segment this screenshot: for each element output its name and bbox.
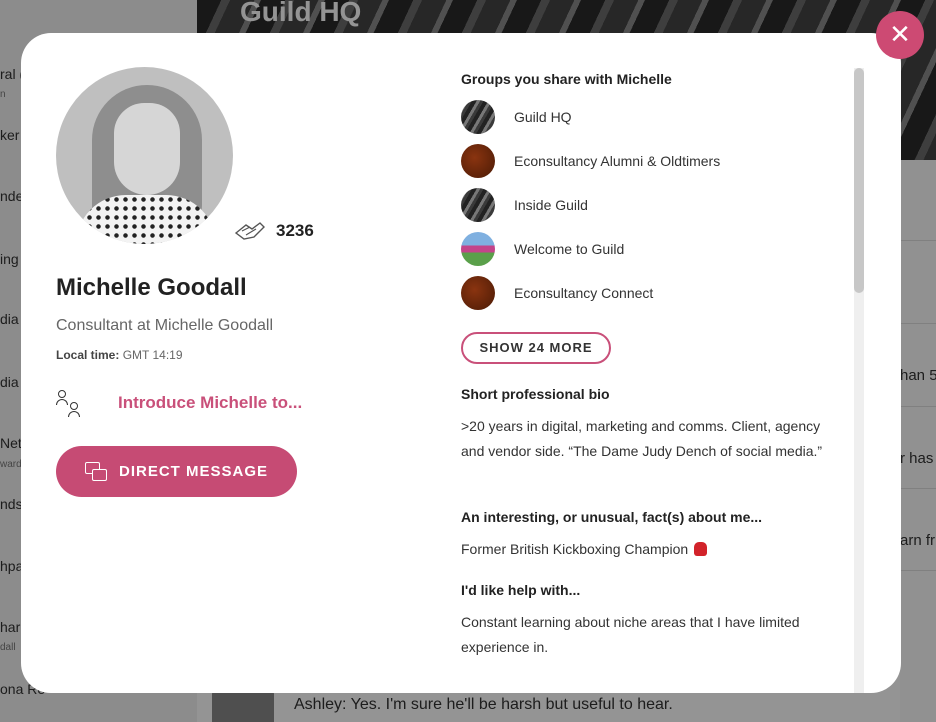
- fact-heading: An interesting, or unusual, fact(s) abou…: [461, 509, 763, 525]
- guild-hq-group-icon: [461, 100, 495, 134]
- group-item[interactable]: Welcome to Guild: [461, 232, 624, 266]
- profile-details-panel: Groups you share with Michelle Guild HQ …: [461, 33, 851, 693]
- group-item[interactable]: Econsultancy Alumni & Oldtimers: [461, 144, 720, 178]
- fact-text: Former British Kickboxing Champion: [461, 537, 841, 562]
- fact-text-value: Former British Kickboxing Champion: [461, 541, 689, 557]
- inside-guild-group-icon: [461, 188, 495, 222]
- direct-message-button[interactable]: DIRECT MESSAGE: [56, 446, 297, 497]
- econsultancy-group-icon: [461, 276, 495, 310]
- group-name: Welcome to Guild: [514, 241, 625, 257]
- clap-count: 3236: [276, 221, 314, 240]
- profile-job-title: Consultant at Michelle Goodall: [56, 317, 274, 334]
- group-name: Inside Guild: [514, 197, 588, 213]
- group-name: Guild HQ: [514, 109, 572, 125]
- profile-avatar: [56, 67, 233, 244]
- econsultancy-group-icon: [461, 144, 495, 178]
- profile-name: Michelle Goodall: [56, 274, 247, 301]
- message-bubbles-icon: [84, 461, 107, 482]
- close-modal-button[interactable]: ✕: [876, 11, 924, 59]
- clap-counter: 3236: [232, 219, 314, 243]
- scrollbar-thumb[interactable]: [854, 68, 864, 293]
- close-icon: ✕: [889, 19, 911, 49]
- profile-modal: 3236 Michelle Goodall Consultant at Mich…: [21, 33, 901, 693]
- help-text: Constant learning about niche areas that…: [461, 614, 800, 655]
- group-item[interactable]: Econsultancy Connect: [461, 276, 653, 310]
- group-item[interactable]: Inside Guild: [461, 188, 588, 222]
- clapping-hands-icon: [232, 219, 268, 243]
- group-name: Econsultancy Connect: [514, 285, 654, 301]
- bio-heading: Short professional bio: [461, 386, 610, 402]
- local-time-value: GMT 14:19: [122, 348, 183, 362]
- boxing-glove-icon: [694, 542, 708, 556]
- help-heading: I'd like help with...: [461, 582, 581, 598]
- introduce-link[interactable]: Introduce Michelle to...: [56, 388, 302, 418]
- local-time-label: Local time:: [56, 348, 120, 362]
- profile-local-time: Local time: GMT 14:19: [56, 348, 183, 362]
- show-more-groups-button[interactable]: SHOW 24 MORE: [461, 332, 611, 364]
- group-name: Econsultancy Alumni & Oldtimers: [514, 153, 721, 169]
- direct-message-label: DIRECT MESSAGE: [118, 463, 268, 480]
- introduce-label[interactable]: Introduce Michelle to...: [118, 393, 302, 413]
- welcome-group-icon: [461, 232, 495, 266]
- bio-text: >20 years in digital, marketing and comm…: [461, 418, 823, 459]
- group-item[interactable]: Guild HQ: [461, 100, 572, 134]
- shared-groups-heading: Groups you share with Michelle: [461, 71, 672, 87]
- introduce-people-icon: [56, 388, 82, 418]
